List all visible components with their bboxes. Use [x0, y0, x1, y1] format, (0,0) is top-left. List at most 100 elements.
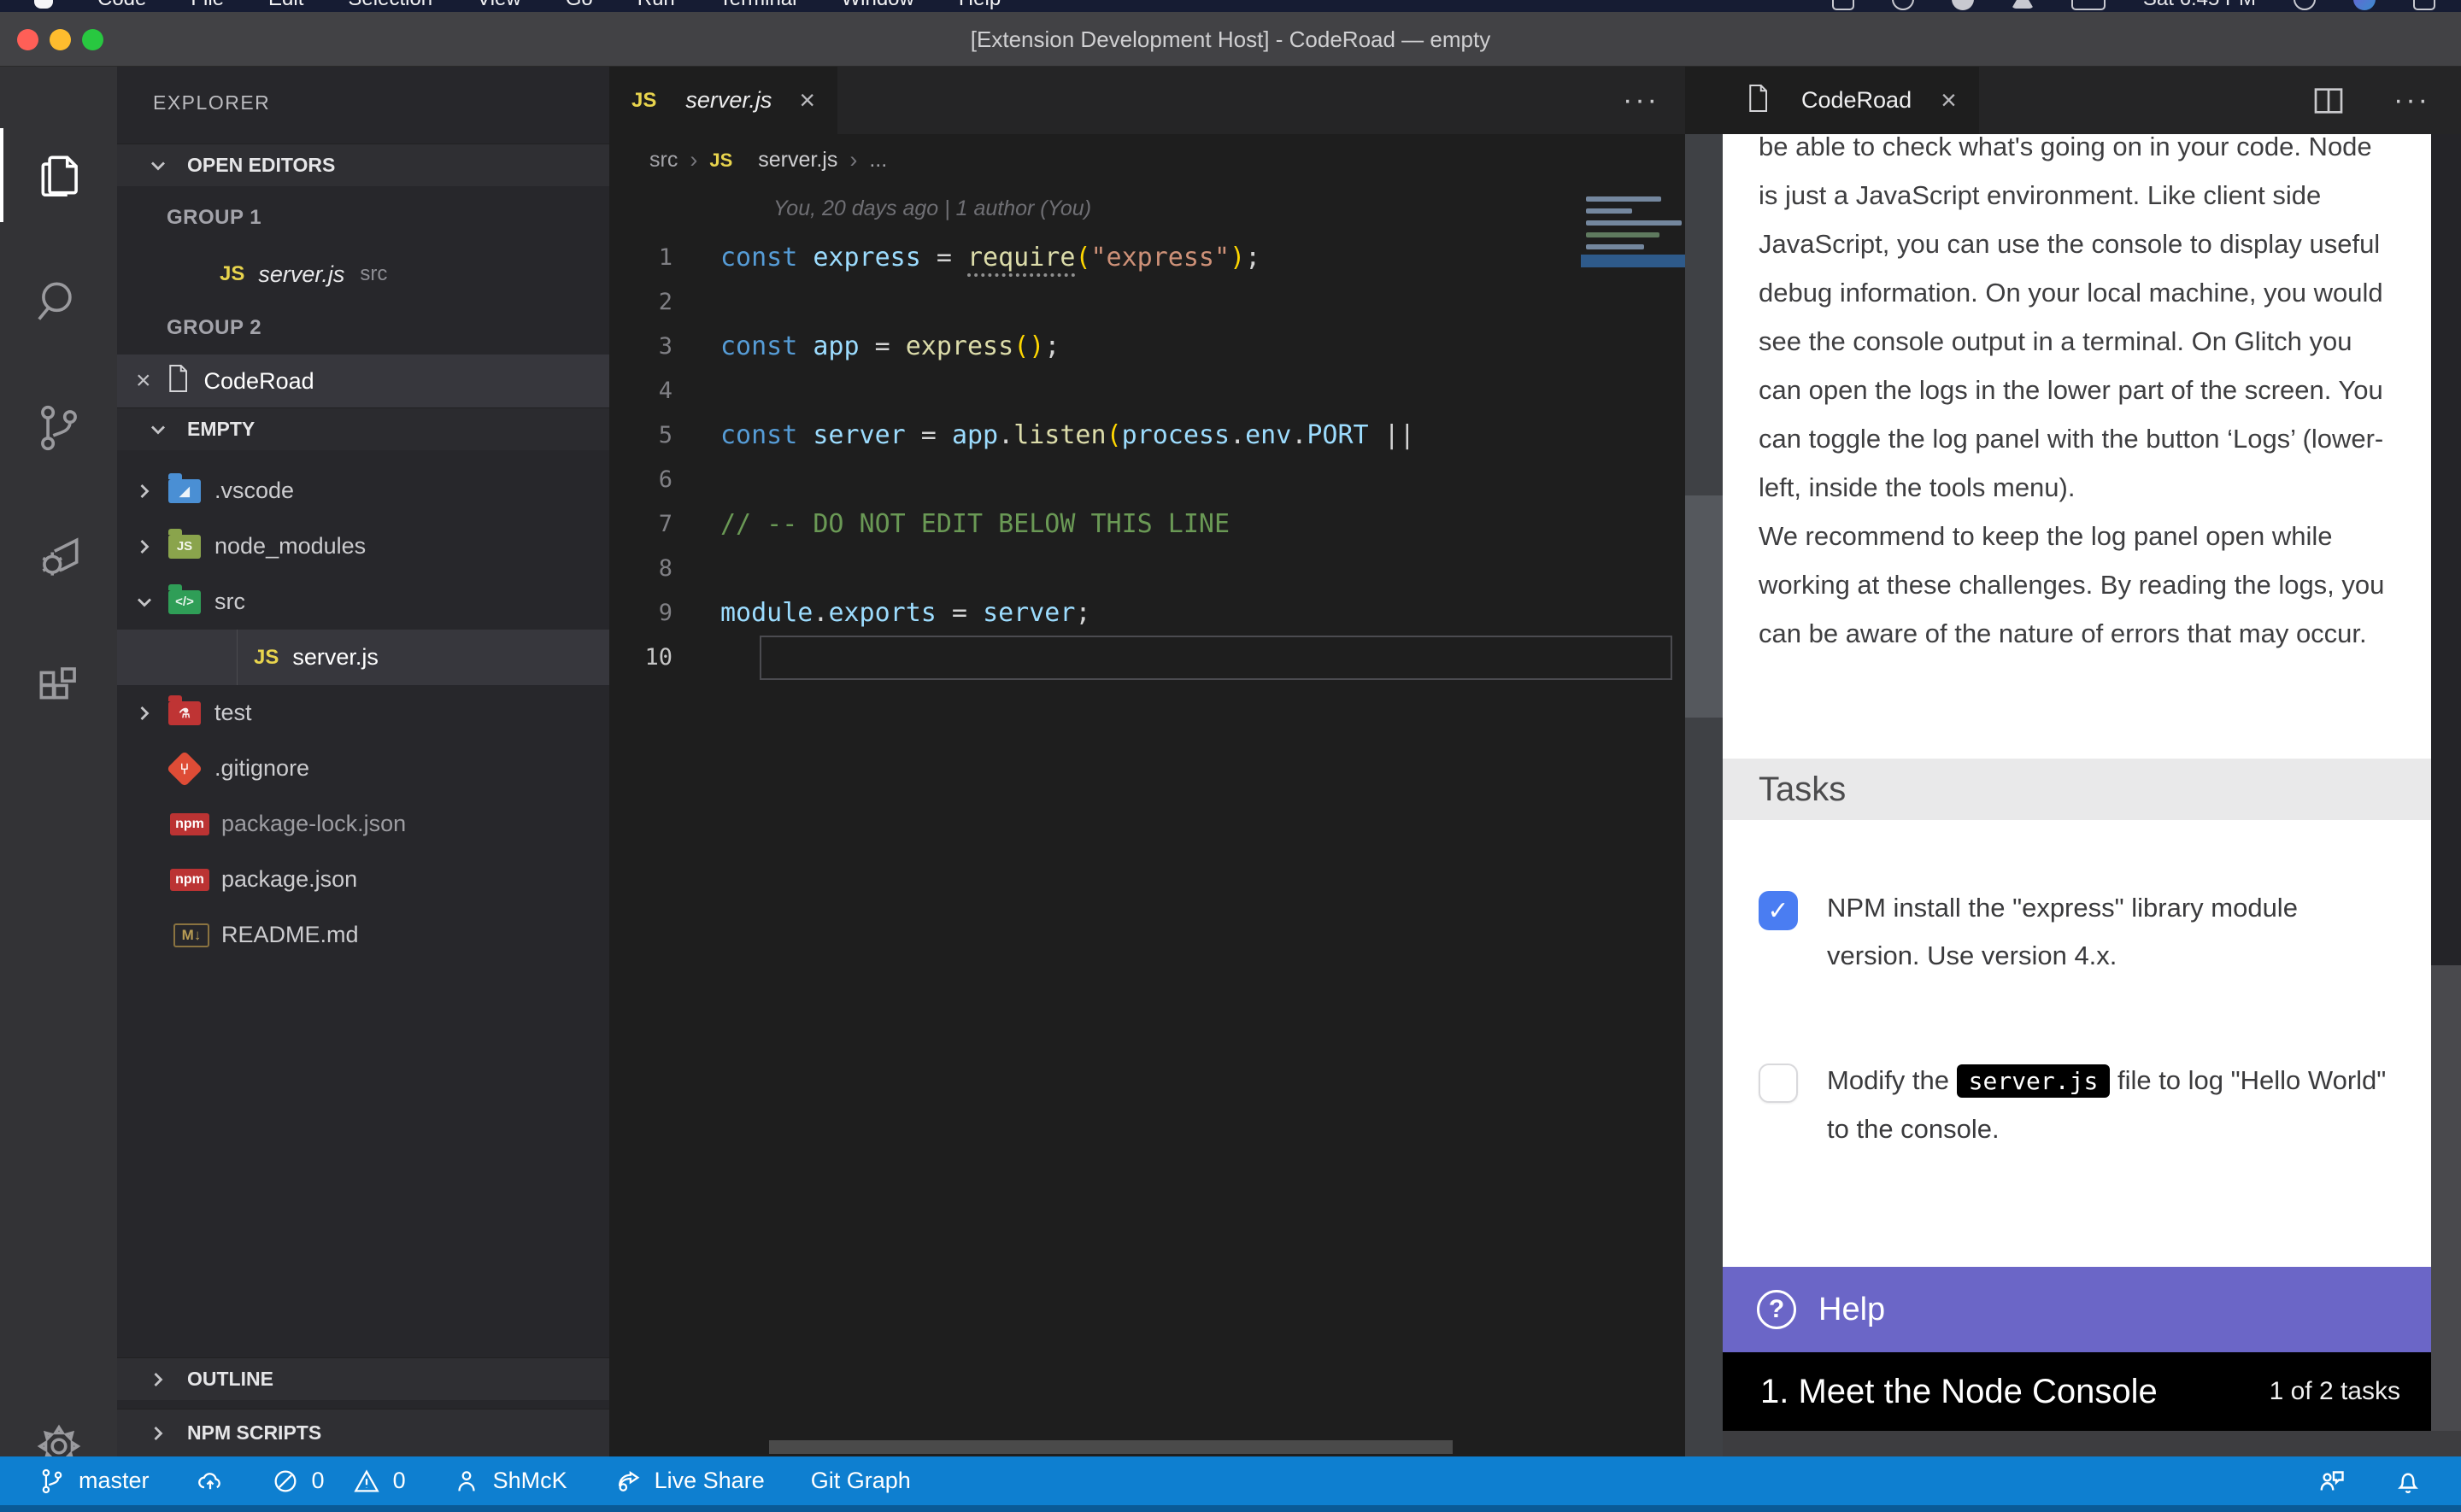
js-file-icon: JS — [631, 89, 656, 113]
open-editors-section[interactable]: OPEN EDITORS — [117, 144, 609, 186]
npm-scripts-section[interactable]: NPM SCRIPTS — [117, 1409, 609, 1456]
code-line-1[interactable]: 1const express = require("express"); — [609, 236, 1581, 280]
git-branch-icon — [38, 1467, 67, 1496]
code-line-10[interactable]: 10 — [609, 636, 1581, 680]
workspace-folder-label: EMPTY — [187, 418, 255, 441]
menu-item-run[interactable]: Run — [637, 0, 675, 11]
open-editor-item-serverjs[interactable]: JS server.js src — [117, 248, 609, 301]
menu-item-selection[interactable]: Selection — [348, 0, 432, 11]
minimap[interactable] — [1581, 190, 1685, 378]
folder-icon-node-modules: JS — [168, 535, 201, 559]
menu-status-icon-2[interactable] — [1892, 0, 1914, 10]
live-share-status-item[interactable]: Live Share — [614, 1467, 765, 1496]
folder-icon-vscode: ◢ — [168, 479, 201, 503]
tree-item-readme[interactable]: M↓ README.md — [117, 907, 609, 963]
breadcrumb-folder[interactable]: src — [649, 148, 678, 173]
code-line-2[interactable]: 2 — [609, 280, 1581, 325]
search-icon[interactable] — [0, 255, 117, 349]
source-control-icon[interactable] — [0, 381, 117, 475]
line-number: 3 — [609, 325, 720, 369]
checkbox-checked[interactable]: ✓ — [1759, 891, 1798, 930]
menu-item-go[interactable]: Go — [566, 0, 593, 11]
problems-status-item[interactable]: 0 0 — [271, 1467, 406, 1496]
bell-icon[interactable] — [2393, 1466, 2423, 1497]
chevron-right-icon: › — [849, 147, 857, 173]
tab-serverjs[interactable]: JS server.js × — [609, 67, 837, 134]
tree-item-package-lock[interactable]: npm package-lock.json — [117, 796, 609, 852]
code-line-3[interactable]: 3const app = express(); — [609, 325, 1581, 369]
line-number: 4 — [609, 369, 720, 413]
menu-status-icon-4[interactable] — [2012, 0, 2034, 9]
status-bar: master 0 0 ShMcK Live Share Git Graph — [0, 1456, 2461, 1505]
code-editor[interactable]: 1const express = require("express");23co… — [609, 236, 1581, 680]
tree-item-gitignore[interactable]: ⑂ .gitignore — [117, 741, 609, 796]
code-line-6[interactable]: 6 — [609, 458, 1581, 502]
code-line-4[interactable]: 4 — [609, 369, 1581, 413]
checkbox-unchecked[interactable] — [1759, 1064, 1798, 1103]
panel-scrollbar-track[interactable] — [2431, 134, 2461, 965]
code-line-5[interactable]: 5const server = app.listen(process.env.P… — [609, 413, 1581, 458]
js-file-icon: JS — [220, 262, 244, 286]
more-actions-icon[interactable]: ··· — [2393, 84, 2430, 117]
npm-icon: npm — [170, 869, 209, 891]
tab-coderoad[interactable]: CodeRoad × — [1723, 67, 1979, 134]
menu-item-help[interactable]: Help — [959, 0, 1001, 11]
close-icon[interactable]: × — [136, 366, 151, 396]
feedback-icon[interactable] — [2316, 1466, 2346, 1497]
menu-item-view[interactable]: View — [477, 0, 521, 11]
line-number: 10 — [609, 636, 720, 680]
workspace-folder-section[interactable]: EMPTY — [117, 407, 609, 450]
spotlight-icon[interactable] — [2294, 0, 2316, 10]
person-icon — [452, 1467, 481, 1496]
breadcrumb[interactable]: src › JS server.js › ... — [609, 134, 1685, 186]
close-tab-icon[interactable]: × — [799, 85, 815, 116]
run-debug-icon[interactable] — [0, 511, 117, 605]
explorer-icon[interactable] — [0, 128, 117, 222]
help-section[interactable]: ? Help — [1723, 1267, 2431, 1352]
tree-item-vscode[interactable]: ◢ .vscode — [117, 463, 609, 519]
tree-item-src[interactable]: </> src — [117, 574, 609, 630]
panel-sash[interactable] — [1685, 134, 1723, 1456]
line-number: 8 — [609, 547, 720, 591]
code-line-9[interactable]: 9module.exports = server; — [609, 591, 1581, 636]
breadcrumb-symbol[interactable]: ... — [869, 148, 887, 173]
chevron-right-icon — [132, 479, 158, 503]
menu-item-code[interactable]: Code — [97, 0, 146, 11]
outline-label: OUTLINE — [187, 1368, 273, 1391]
lesson-bar[interactable]: 1. Meet the Node Console 1 of 2 tasks — [1723, 1352, 2431, 1431]
panel-scrollbar-thumb[interactable] — [2431, 965, 2461, 1431]
menu-item-edit[interactable]: Edit — [268, 0, 303, 11]
extensions-icon[interactable] — [0, 641, 117, 735]
menu-status-icon-3[interactable] — [1952, 0, 1974, 10]
menu-clock[interactable]: Sat 6:45 PM — [2143, 0, 2256, 11]
branch-status-item[interactable]: master — [38, 1467, 150, 1496]
git-graph-status-item[interactable]: Git Graph — [811, 1468, 911, 1494]
tree-item-serverjs[interactable]: JS server.js — [117, 630, 609, 685]
editor-tab-bar: JS server.js × ··· — [609, 67, 1685, 134]
split-editor-icon[interactable] — [2311, 84, 2346, 118]
control-center-icon[interactable] — [2413, 0, 2435, 10]
tree-item-package-json[interactable]: npm package.json — [117, 852, 609, 907]
close-tab-icon[interactable]: × — [1941, 85, 1957, 116]
battery-icon[interactable] — [2071, 0, 2106, 10]
tree-item-test[interactable]: ⚗ test — [117, 685, 609, 741]
tree-item-node-modules[interactable]: JS node_modules — [117, 519, 609, 574]
siri-icon[interactable] — [2353, 0, 2376, 10]
menu-item-terminal[interactable]: Terminal — [720, 0, 797, 11]
outline-section[interactable]: OUTLINE — [117, 1357, 609, 1400]
menu-item-file[interactable]: File — [191, 0, 224, 11]
horizontal-scrollbar[interactable] — [769, 1440, 1453, 1454]
apple-menu-icon[interactable] — [34, 0, 53, 9]
open-editor-item-coderoad[interactable]: × CodeRoad — [117, 355, 609, 407]
sync-status-item[interactable] — [196, 1467, 225, 1496]
account-status-item[interactable]: ShMcK — [452, 1467, 567, 1496]
menu-status-icon-1[interactable] — [1832, 0, 1854, 10]
vscode-window: Code File Edit Selection View Go Run Terminal Wi… — [0, 0, 2461, 1512]
code-line-8[interactable]: 8 — [609, 547, 1581, 591]
scrollbar-thumb[interactable] — [1685, 495, 1723, 718]
more-actions-icon[interactable]: ··· — [1623, 84, 1659, 117]
breadcrumb-file[interactable]: server.js — [758, 148, 837, 173]
menu-item-window[interactable]: Window — [841, 0, 913, 11]
code-line-7[interactable]: 7// -- DO NOT EDIT BELOW THIS LINE — [609, 502, 1581, 547]
folder-icon-test: ⚗ — [168, 701, 201, 725]
